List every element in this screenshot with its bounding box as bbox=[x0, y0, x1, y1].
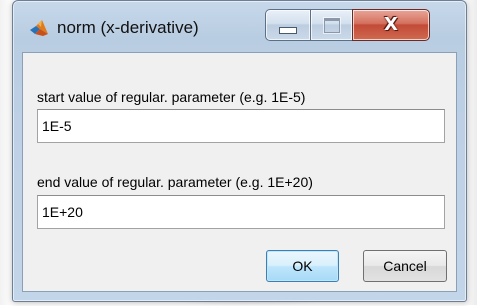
maximize-button[interactable] bbox=[310, 9, 352, 41]
dialog-body: start value of regular. parameter (e.g. … bbox=[22, 52, 457, 292]
end-value-input[interactable] bbox=[37, 195, 445, 229]
title-bar[interactable]: norm (x-derivative) X bbox=[13, 1, 466, 49]
matlab-membrane-icon bbox=[30, 20, 48, 36]
ok-button[interactable]: OK bbox=[266, 250, 339, 282]
close-icon: X bbox=[384, 14, 398, 35]
start-value-input[interactable] bbox=[37, 109, 445, 143]
dialog-window: norm (x-derivative) X start value of reg… bbox=[12, 0, 467, 302]
maximize-icon bbox=[323, 17, 340, 33]
end-value-label: end value of regular. parameter (e.g. 1E… bbox=[37, 174, 313, 190]
cancel-button[interactable]: Cancel bbox=[363, 250, 447, 282]
caption-buttons: X bbox=[265, 9, 430, 43]
minimize-icon bbox=[279, 26, 297, 34]
close-button[interactable]: X bbox=[352, 9, 430, 41]
minimize-button[interactable] bbox=[265, 9, 310, 41]
start-value-label: start value of regular. parameter (e.g. … bbox=[37, 89, 306, 105]
window-title: norm (x-derivative) bbox=[57, 18, 199, 37]
